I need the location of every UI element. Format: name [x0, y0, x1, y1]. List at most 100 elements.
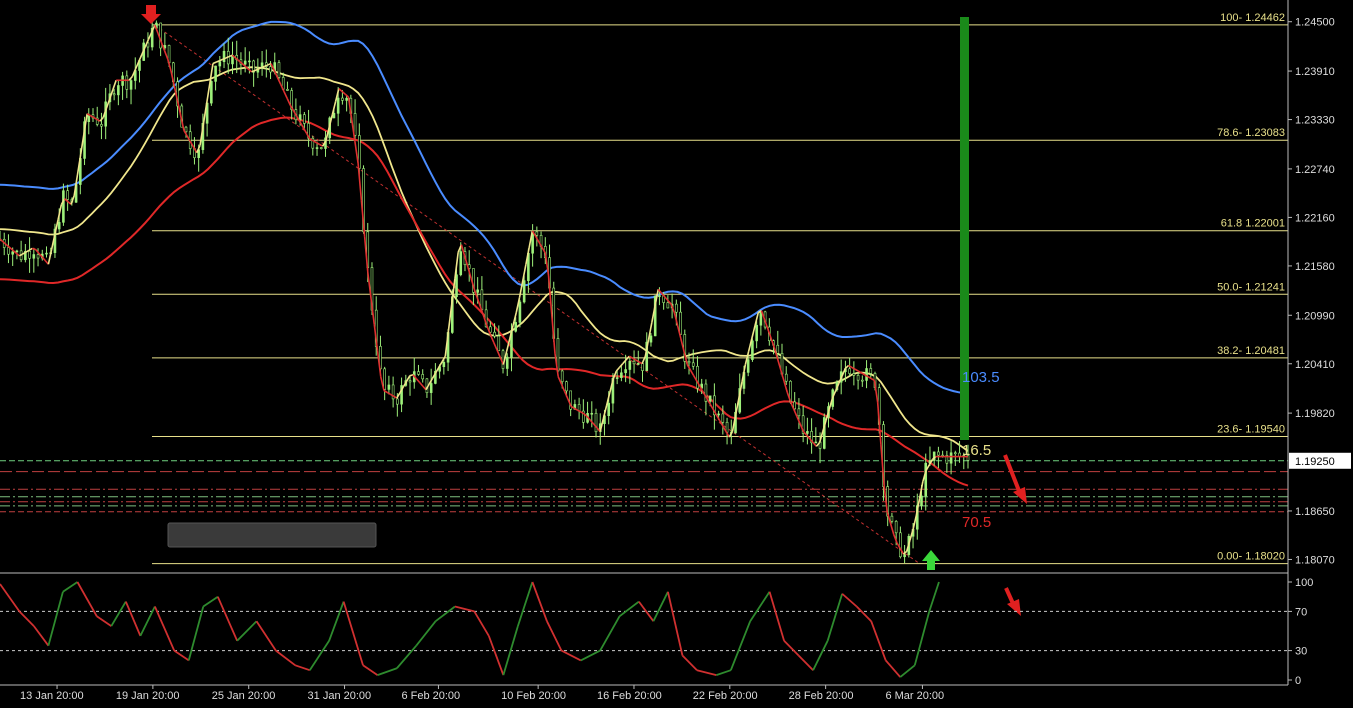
fast-ma-segment — [344, 93, 350, 98]
fib-level-label: 78.6- 1.23083 — [1217, 127, 1285, 139]
candle-body — [903, 554, 906, 558]
fast-ma-segment — [5, 244, 11, 249]
candle-body — [15, 250, 19, 253]
fast-ma-segment — [912, 514, 918, 530]
candle-body — [920, 495, 923, 506]
osc-tick-label: 30 — [1295, 646, 1307, 658]
candle-body — [620, 372, 623, 378]
candle-body — [497, 335, 501, 352]
candle-body — [248, 60, 251, 63]
candle-body — [594, 412, 598, 433]
candle-body — [387, 384, 391, 390]
fast-ma-segment — [889, 523, 895, 535]
forex-chart[interactable]: 100- 1.24462 78.6- 1.23083 61.8 1.22001 50.… — [0, 0, 1353, 708]
candle-body — [894, 520, 898, 534]
candle-body — [417, 371, 420, 375]
fast-ma-segment — [415, 378, 421, 383]
candle-body — [861, 379, 864, 382]
candle-body — [421, 374, 425, 380]
candle-body — [243, 60, 247, 65]
candle-body — [708, 395, 712, 402]
osc-segment — [173, 649, 190, 662]
ma-value-label: 70.5 — [962, 514, 991, 531]
osc-segment — [580, 649, 601, 662]
osc-segment — [856, 605, 872, 622]
osc-segment — [652, 591, 669, 622]
fast-ma-segment — [615, 366, 621, 372]
osc-segment — [202, 595, 219, 608]
osc-segment — [454, 605, 475, 613]
candle-body — [759, 311, 763, 326]
osc-segment — [62, 581, 78, 593]
candle-body — [675, 303, 678, 313]
fast-ma-segment — [0, 238, 4, 243]
candle-body — [852, 373, 856, 376]
candle-body — [636, 363, 640, 365]
red-down-arrow-osc-head — [1007, 599, 1021, 616]
osc-segment — [415, 620, 437, 647]
fast-ma-segment — [492, 341, 498, 351]
price-tick-label: 1.21580 — [1295, 261, 1335, 273]
fib-levels-layer: 100- 1.24462 78.6- 1.23083 61.8 1.22001 50.… — [152, 12, 1288, 565]
candle-body — [565, 381, 568, 392]
osc-segment — [667, 591, 684, 656]
candle-body — [112, 93, 116, 96]
candle-body — [797, 408, 801, 417]
candle-body — [776, 344, 780, 354]
fib-level-label: 100- 1.24462 — [1220, 12, 1285, 24]
osc-segment — [435, 605, 456, 622]
time-tick-label: 25 Jan 20:00 — [212, 690, 276, 702]
price-tick-label: 1.20410 — [1295, 359, 1335, 371]
osc-segment — [885, 659, 901, 678]
price-tick-label: 1.18070 — [1295, 554, 1335, 566]
osc-segment — [473, 610, 490, 637]
candle-body — [269, 66, 272, 73]
candle-body — [7, 247, 10, 255]
candle-body — [848, 368, 851, 374]
candle-body — [641, 363, 644, 371]
candle-body — [117, 85, 120, 96]
candle-body — [493, 331, 496, 337]
candle-body — [624, 369, 627, 374]
osc-segment — [216, 596, 238, 642]
time-tick-label: 6 Feb 20:00 — [401, 690, 460, 702]
osc-segment — [18, 610, 35, 627]
candle-body — [336, 97, 340, 114]
candle-body — [755, 324, 758, 342]
candle-body — [691, 362, 695, 367]
candle-body — [869, 368, 873, 374]
osc-segment — [96, 615, 112, 627]
osc-segment — [812, 640, 829, 671]
time-tick-label: 16 Feb 20:00 — [597, 690, 662, 702]
fast-ma-segment — [632, 357, 637, 361]
time-axis: 13 Jan 20:00 19 Jan 20:00 25 Jan 20:00 31 J… — [20, 685, 944, 702]
osc-segment — [826, 593, 844, 642]
current-price-label: 1.19250 — [1295, 456, 1335, 468]
candle-body — [429, 383, 433, 393]
candle-body — [890, 515, 894, 522]
osc-segment — [328, 601, 345, 642]
fast-ma-segment — [212, 61, 217, 65]
fast-ma-segment — [163, 50, 169, 60]
info-box — [167, 522, 377, 548]
osc-segment — [928, 581, 940, 612]
candle-body — [11, 251, 14, 255]
green-up-arrow — [922, 550, 940, 570]
fast-ma-segment — [205, 83, 211, 105]
price-line-layer — [0, 24, 968, 555]
osc-segment — [309, 640, 330, 671]
osc-segment — [531, 581, 548, 622]
time-tick-label: 31 Jan 20:00 — [308, 690, 372, 702]
candle-body — [184, 126, 188, 133]
osc-segment — [275, 649, 296, 667]
fast-ma-segment — [854, 368, 859, 372]
time-tick-label: 10 Feb 20:00 — [501, 690, 566, 702]
ma-yellow-line — [0, 66, 969, 452]
candle-body — [319, 147, 323, 149]
osc-segment — [517, 581, 534, 627]
osc-segment — [716, 669, 732, 676]
osc-segment — [0, 583, 21, 612]
price-axis: 1.24500 1.23910 1.23330 1.22740 1.22160 1.215… — [0, 0, 1351, 687]
candle-body — [522, 280, 526, 303]
candle-body — [125, 75, 129, 90]
